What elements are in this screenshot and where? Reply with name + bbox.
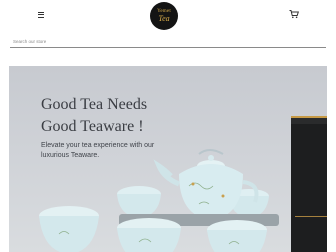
hero-title: Good Tea Needs Good Teaware ! [41, 94, 147, 138]
hero-subtitle: Elevate your tea experience with our lux… [41, 142, 155, 159]
cart-icon[interactable] [289, 9, 299, 19]
site-header: Yemet Tea [0, 0, 336, 30]
search-input[interactable] [10, 38, 326, 44]
hero-banner[interactable]: Good Tea Needs Good Teaware ! Elevate yo… [9, 66, 327, 252]
hero-title-line1: Good Tea Needs [41, 96, 148, 113]
logo-line2: Tea [158, 14, 170, 23]
search-bar[interactable] [10, 35, 326, 48]
menu-icon[interactable] [36, 10, 46, 20]
hero-title-line2: Good Teaware ! [41, 118, 144, 135]
store-logo[interactable]: Yemet Tea [150, 2, 178, 30]
